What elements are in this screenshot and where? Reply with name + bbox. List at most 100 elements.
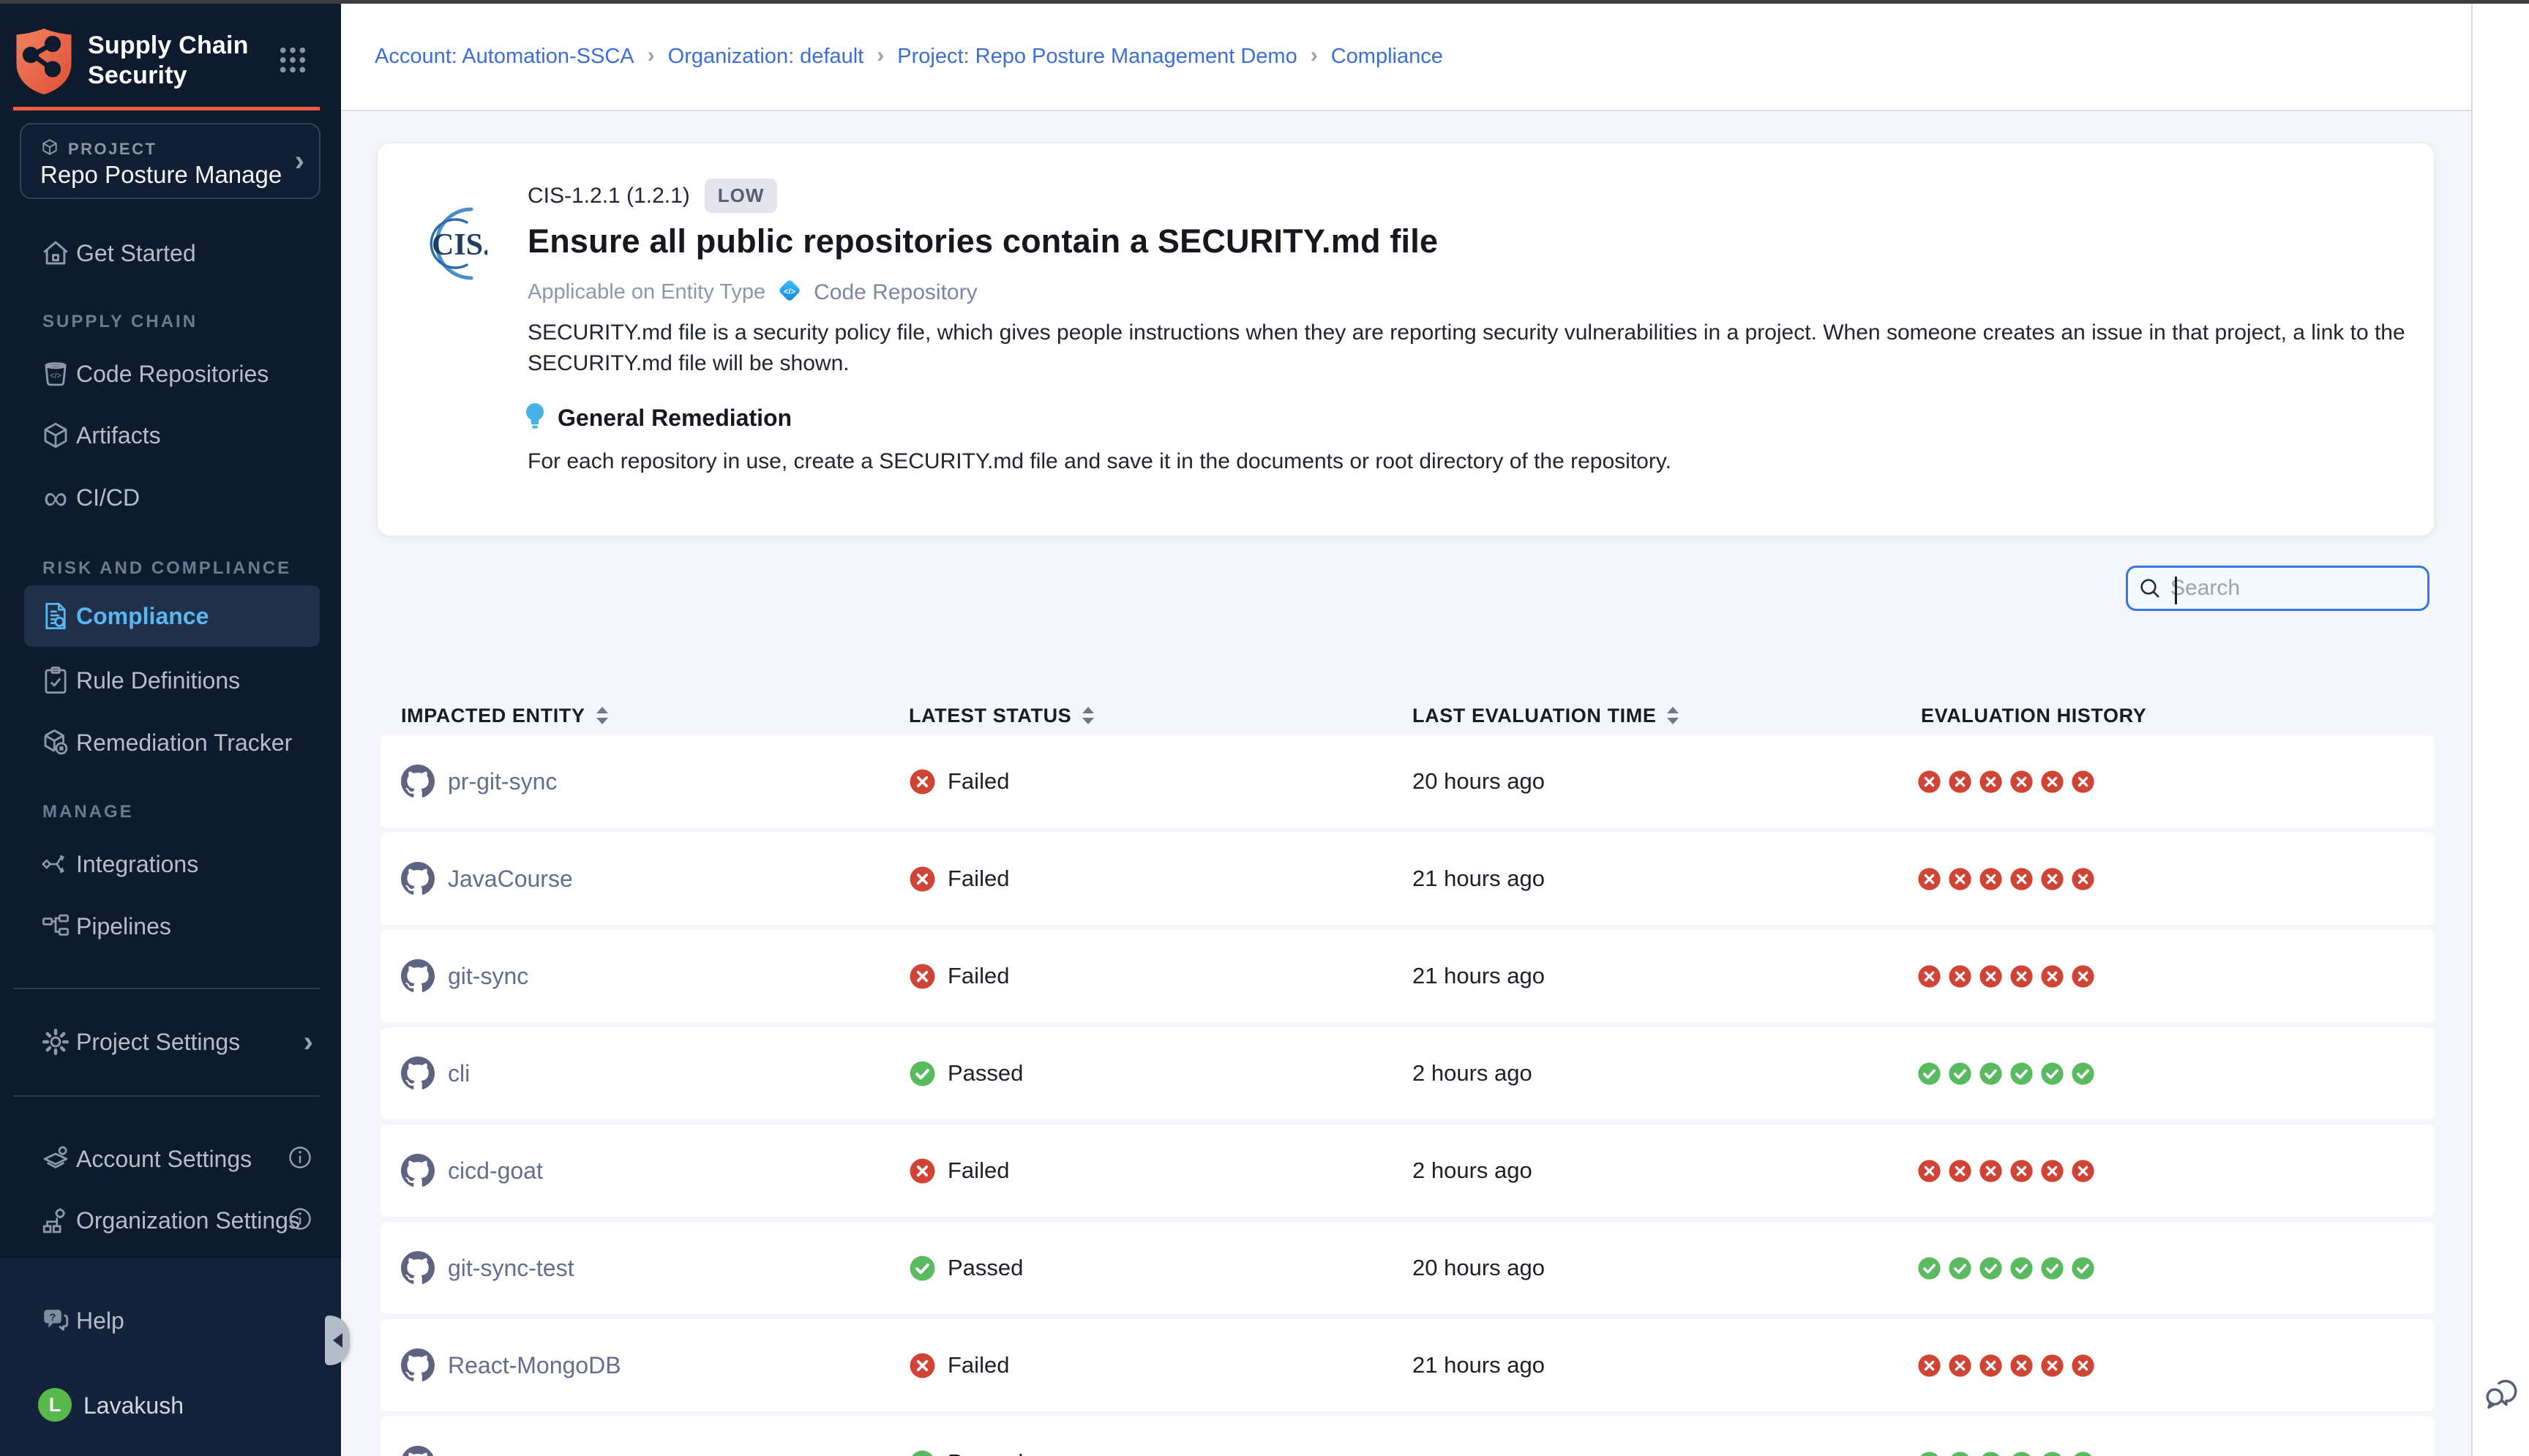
failed-x-icon — [2071, 1354, 2095, 1378]
sidebar-item-code-repositories[interactable]: </> Code Repositories — [0, 343, 341, 405]
failed-x-icon — [1979, 770, 2003, 794]
project-settings-chevron-icon: › — [304, 1027, 313, 1057]
failed-x-icon — [2040, 867, 2064, 891]
applicable-label: Applicable on Entity Type — [528, 280, 765, 304]
failed-x-icon — [2040, 1354, 2064, 1378]
entity-name[interactable]: cli — [448, 1060, 470, 1087]
entity-name[interactable]: pr-git-sync — [448, 768, 557, 795]
github-icon — [401, 1251, 435, 1285]
status-label: Failed — [948, 1352, 1009, 1378]
passed-check-icon — [2009, 1062, 2034, 1086]
column-header-impacted-entity[interactable]: IMPACTED ENTITY — [401, 695, 610, 736]
sidebar-item-project-settings[interactable]: Project Settings › — [0, 1011, 341, 1073]
entity-name[interactable]: git-sync — [448, 963, 528, 990]
breadcrumb-project[interactable]: Project: Repo Posture Management Demo — [897, 45, 1297, 69]
failed-x-icon — [2040, 1159, 2064, 1183]
code-repository-diamond-icon: </> — [776, 277, 803, 308]
failed-x-icon — [1917, 1159, 1941, 1183]
breadcrumb-compliance[interactable]: Compliance — [1331, 45, 1443, 69]
sidebar-item-help[interactable]: ? Help — [0, 1290, 341, 1351]
table-row[interactable]: cliPassed2 hours ago — [381, 1027, 2435, 1119]
failed-x-icon — [1948, 867, 1972, 891]
chat-support-icon[interactable] — [2481, 1373, 2522, 1418]
passed-check-icon — [1948, 1451, 1972, 1456]
passed-check-icon — [1979, 1062, 2003, 1086]
failed-x-icon — [2071, 867, 2095, 891]
sidebar-section-risk-and-compliance: RISK AND COMPLIANCE — [42, 551, 321, 586]
table-row[interactable]: git-sync-testPassed20 hours ago — [381, 1222, 2435, 1314]
github-icon — [401, 1348, 435, 1382]
failed-x-icon — [1948, 1159, 1972, 1183]
table-row[interactable]: Passed — [381, 1416, 2435, 1456]
table-row[interactable]: pr-git-syncFailed20 hours ago — [381, 735, 2435, 828]
table-row[interactable]: JavaCourseFailed21 hours ago — [381, 833, 2435, 925]
entity-name[interactable]: git-sync-test — [448, 1255, 574, 1282]
rule-detail-card: CIS. CIS-1.2.1 (1.2.1) LOW Ensure all pu… — [377, 143, 2435, 536]
project-cube-icon — [40, 138, 59, 160]
column-header-last-evaluation-time[interactable]: LAST EVALUATION TIME — [1412, 695, 1681, 736]
failed-x-icon — [1979, 964, 2003, 988]
evaluation-history — [1917, 930, 2095, 1022]
entity-name[interactable]: cicd-goat — [448, 1157, 543, 1185]
passed-check-icon — [2071, 1256, 2095, 1280]
column-header-latest-status[interactable]: LATEST STATUS — [909, 695, 1096, 736]
sidebar-item-cicd[interactable]: ∞ CI/CD — [0, 467, 341, 528]
sidebar-item-rule-definitions[interactable]: Rule Definitions — [0, 650, 341, 711]
sidebar-item-pipelines[interactable]: Pipelines — [0, 896, 341, 957]
breadcrumb-account[interactable]: Account: Automation-SSCA — [375, 45, 634, 69]
search-input[interactable] — [2162, 568, 2453, 609]
rule-description: SECURITY.md file is a security policy fi… — [528, 318, 2408, 379]
status-label: Passed — [948, 1255, 1023, 1281]
failed-x-icon — [1917, 1354, 1941, 1378]
page-header: Account: Automation-SSCA › Organization:… — [341, 4, 2471, 111]
passed-check-icon — [1917, 1451, 1941, 1456]
sidebar-item-compliance[interactable]: Compliance — [24, 585, 320, 647]
failed-x-icon — [909, 1352, 936, 1379]
github-icon — [401, 1446, 435, 1456]
entity-name[interactable]: JavaCourse — [448, 866, 573, 893]
sort-icon — [594, 705, 610, 727]
sidebar-divider — [13, 988, 320, 989]
sidebar-item-artifacts[interactable]: Artifacts — [0, 405, 341, 466]
breadcrumb-organization[interactable]: Organization: default — [668, 45, 864, 69]
project-selector[interactable]: PROJECT Repo Posture Manage… › — [20, 123, 321, 199]
collapse-left-arrow-icon — [333, 1333, 342, 1348]
sidebar-item-organization-settings[interactable]: Organization Settings — [0, 1190, 341, 1251]
evaluation-history — [1917, 833, 2095, 925]
help-chat-icon: ? — [38, 1303, 73, 1338]
sidebar-item-account-settings[interactable]: Account Settings — [0, 1128, 341, 1190]
passed-check-icon — [1948, 1062, 1972, 1086]
status-label: Failed — [948, 866, 1009, 892]
rule-code: CIS-1.2.1 (1.2.1) — [528, 184, 690, 209]
info-icon[interactable] — [287, 1206, 313, 1236]
info-icon[interactable] — [287, 1144, 313, 1174]
entity-name[interactable]: React-MongoDB — [448, 1352, 621, 1379]
failed-x-icon — [1948, 964, 1972, 988]
table-row[interactable]: cicd-goatFailed2 hours ago — [381, 1125, 2435, 1217]
github-icon — [401, 1057, 435, 1090]
severity-badge: LOW — [705, 179, 778, 213]
svg-text:</>: </> — [784, 288, 796, 296]
breadcrumb-separator-icon: › — [648, 43, 655, 68]
passed-check-icon — [1948, 1256, 1972, 1280]
failed-x-icon — [1917, 964, 1941, 988]
sidebar-item-integrations[interactable]: Integrations — [0, 833, 341, 895]
organization-settings-icon — [38, 1203, 73, 1238]
user-menu[interactable]: L Lavakush — [0, 1373, 341, 1435]
column-header-evaluation-history: EVALUATION HISTORY — [1921, 695, 2146, 736]
passed-check-icon — [2071, 1062, 2095, 1086]
passed-check-icon — [909, 1449, 936, 1456]
brand-accent-rule — [13, 107, 320, 110]
status-label: Passed — [948, 1060, 1023, 1087]
svg-text:</>: </> — [50, 372, 61, 380]
entity-type-label[interactable]: Code Repository — [814, 280, 977, 305]
table-row[interactable]: git-syncFailed21 hours ago — [381, 930, 2435, 1022]
sidebar-item-remediation-tracker[interactable]: Remediation Tracker — [0, 712, 341, 773]
passed-check-icon — [1917, 1256, 1941, 1280]
table-row[interactable]: React-MongoDB Failed 21 hours ago — [381, 1319, 2435, 1411]
failed-x-icon — [2009, 867, 2034, 891]
evaluation-time: 21 hours ago — [1412, 1319, 1545, 1411]
sidebar-item-get-started[interactable]: Get Started — [0, 222, 341, 284]
module-grid-icon[interactable] — [278, 45, 307, 78]
sidebar-divider — [13, 1095, 320, 1097]
